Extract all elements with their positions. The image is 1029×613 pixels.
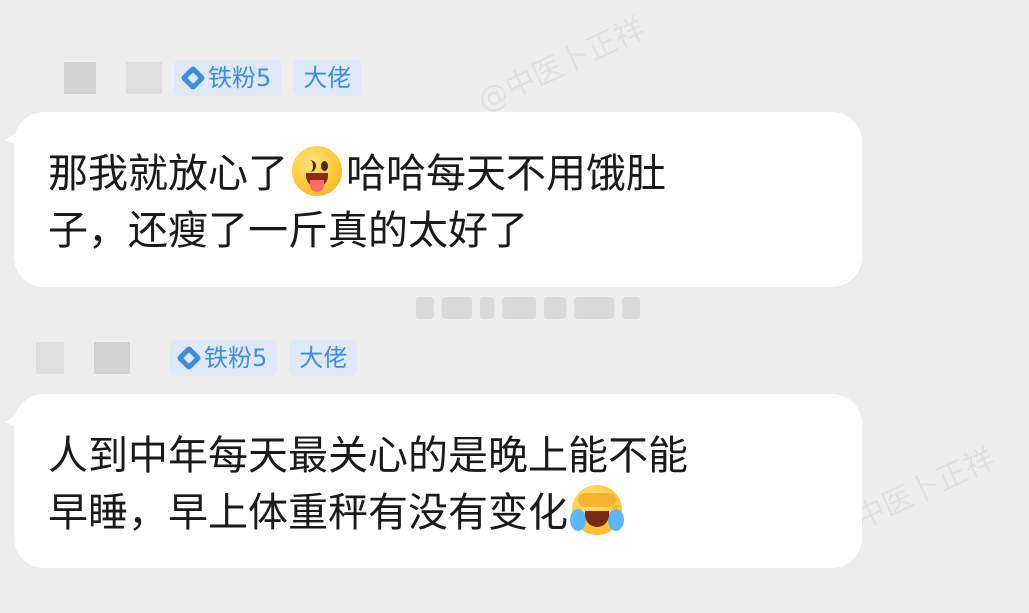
- fan-level-badge[interactable]: 铁粉5: [174, 60, 282, 96]
- username-redacted[interactable]: [126, 62, 162, 94]
- username-redacted[interactable]: [64, 62, 96, 94]
- username-redacted[interactable]: [94, 342, 130, 374]
- message-text: 那我就放心了 哈哈每天不用饿肚 子，还瘦了一斤真的太好了: [48, 146, 828, 260]
- username-redacted[interactable]: [36, 342, 64, 374]
- message-text: 人到中年每天最关心的是晚上能不能 早睡，早上体重秤有没有变化: [48, 428, 828, 542]
- message-text-part: 子，还瘦了一斤真的太好了: [48, 208, 528, 254]
- watermark: @中医卜正祥: [472, 11, 651, 120]
- message-text-part: 人到中年每天最关心的是晚上能不能: [48, 433, 688, 479]
- title-badge[interactable]: 大佬: [293, 60, 362, 96]
- message-bubble[interactable]: 那我就放心了 哈哈每天不用饿肚 子，还瘦了一斤真的太好了: [5, 112, 862, 287]
- message-bubble[interactable]: 人到中年每天最关心的是晚上能不能 早睡，早上体重秤有没有变化: [5, 394, 862, 568]
- message-text-part: 那我就放心了: [48, 151, 288, 197]
- tongue-wink-emoji-icon: [292, 146, 342, 196]
- message-text-part: 哈哈每天不用饿肚: [346, 151, 666, 197]
- message-header: 铁粉5 大佬: [36, 340, 358, 376]
- diamond-icon: [176, 345, 202, 371]
- title-badge[interactable]: 大佬: [289, 340, 358, 376]
- fan-level-label: 铁粉5: [208, 64, 272, 92]
- laughing-crying-emoji-icon: [570, 485, 624, 535]
- diamond-icon: [180, 65, 206, 91]
- fan-level-label: 铁粉5: [204, 344, 268, 372]
- title-badge-label: 大佬: [303, 64, 352, 92]
- message-text-part: 早睡，早上体重秤有没有变化: [48, 490, 568, 536]
- redacted-text: [416, 296, 640, 320]
- title-badge-label: 大佬: [299, 344, 348, 372]
- message-header: 铁粉5 大佬: [64, 60, 362, 96]
- fan-level-badge[interactable]: 铁粉5: [170, 340, 278, 376]
